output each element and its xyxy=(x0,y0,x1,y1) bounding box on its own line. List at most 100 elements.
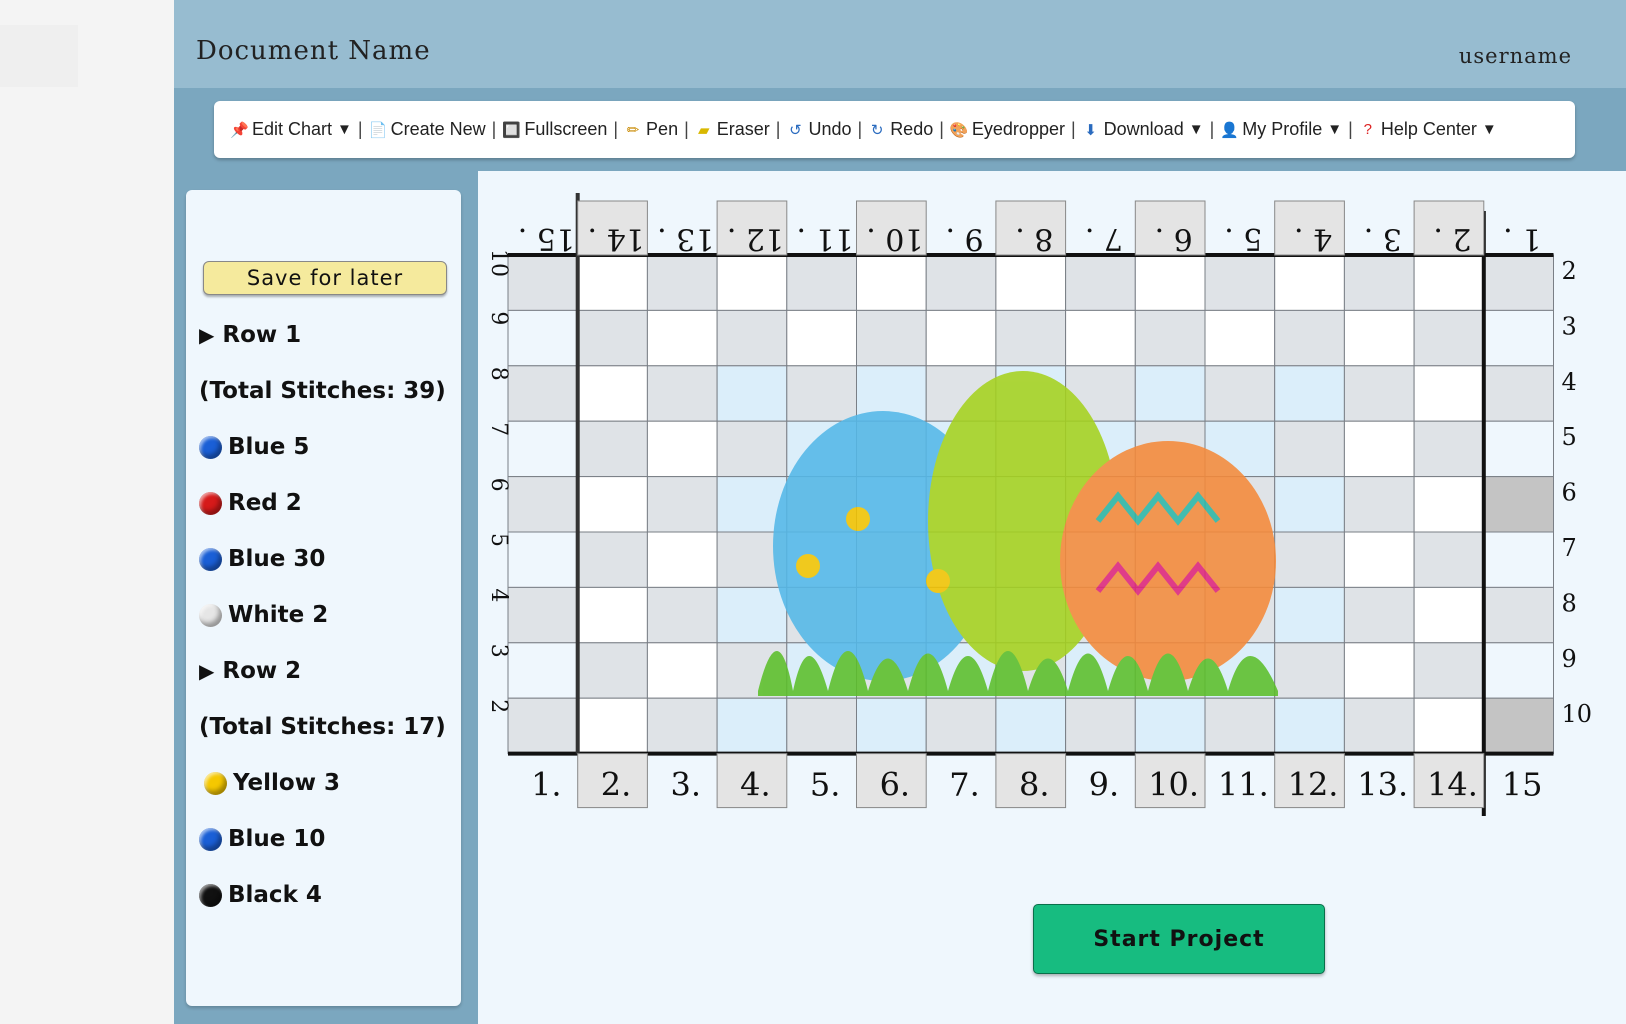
toolbar-pen-button[interactable]: ✏ Pen xyxy=(624,119,678,140)
grid-cell[interactable] xyxy=(1274,642,1345,699)
grid-cell[interactable] xyxy=(1483,586,1554,644)
toolbar-edit-chart-button[interactable]: 📌 Edit Chart ▼ xyxy=(230,119,352,140)
toolbar-download-button[interactable]: ⬇ Download ▼ xyxy=(1082,119,1203,140)
grid-cell[interactable] xyxy=(856,309,927,367)
grid-cell[interactable] xyxy=(646,309,718,367)
grid-cell[interactable] xyxy=(1065,309,1136,367)
grid-cell[interactable] xyxy=(1483,531,1554,588)
grid-cell[interactable] xyxy=(1343,309,1415,367)
grid-cell[interactable] xyxy=(925,254,997,311)
color-item[interactable]: Red 2 xyxy=(199,490,302,516)
grid-cell[interactable] xyxy=(1343,531,1415,588)
grid-cell[interactable] xyxy=(1343,420,1415,478)
grid-cell[interactable] xyxy=(577,254,648,311)
username[interactable]: username xyxy=(1459,44,1572,68)
grid-cell[interactable] xyxy=(577,365,648,422)
grid-cell[interactable] xyxy=(1204,697,1276,755)
grid-cell[interactable] xyxy=(716,697,788,755)
grid-cell[interactable] xyxy=(1483,697,1554,755)
toolbar-eyedropper-button[interactable]: 🎨 Eyedropper xyxy=(950,119,1065,140)
grid-cell[interactable] xyxy=(1483,420,1554,478)
grid-cell[interactable] xyxy=(1274,309,1345,367)
grid-cell[interactable] xyxy=(1413,642,1485,699)
grid-cell[interactable] xyxy=(786,254,857,311)
grid-cell[interactable] xyxy=(1483,365,1554,422)
grid-cell[interactable] xyxy=(1204,365,1276,422)
grid-cell[interactable] xyxy=(577,476,648,533)
grid-cell[interactable] xyxy=(995,309,1067,367)
color-item[interactable]: Blue 30 xyxy=(199,546,325,572)
grid-cell[interactable] xyxy=(507,254,579,311)
grid-cell[interactable] xyxy=(925,309,997,367)
grid-cell[interactable] xyxy=(1274,697,1345,755)
grid-cell[interactable] xyxy=(646,420,718,478)
grid-cell[interactable] xyxy=(507,697,579,755)
grid-cell[interactable] xyxy=(646,531,718,588)
start-project-button[interactable]: Start Project xyxy=(1033,904,1325,974)
grid-cell[interactable] xyxy=(786,365,857,422)
toolbar-create-new-button[interactable]: 📄 Create New xyxy=(369,119,486,140)
grid-cell[interactable] xyxy=(577,586,648,644)
grid-cell[interactable] xyxy=(1343,586,1415,644)
grid-cell[interactable] xyxy=(577,642,648,699)
grid-cell[interactable] xyxy=(1413,476,1485,533)
color-item[interactable]: Black 4 xyxy=(199,882,322,908)
grid-cell[interactable] xyxy=(1204,309,1276,367)
document-name[interactable]: Document Name xyxy=(196,36,431,66)
grid-cell[interactable] xyxy=(716,420,788,478)
grid-cell[interactable] xyxy=(1413,586,1485,644)
grid-cell[interactable] xyxy=(646,254,718,311)
grid-cell[interactable] xyxy=(1134,697,1206,755)
grid-cell[interactable] xyxy=(646,642,718,699)
grid-cell[interactable] xyxy=(995,697,1067,755)
grid-cell[interactable] xyxy=(1274,254,1345,311)
grid-cell[interactable] xyxy=(507,309,579,367)
grid-cell[interactable] xyxy=(1413,309,1485,367)
color-item[interactable]: Blue 5 xyxy=(199,434,309,460)
grid-cell[interactable] xyxy=(1483,254,1554,311)
grid-cell[interactable] xyxy=(646,697,718,755)
row-toggle[interactable]: ▶ Row 2 xyxy=(199,658,301,684)
grid-cell[interactable] xyxy=(1483,309,1554,367)
grid-cell[interactable] xyxy=(1413,254,1485,311)
grid-cell[interactable] xyxy=(507,586,579,644)
toolbar-my-profile-button[interactable]: 👤 My Profile ▼ xyxy=(1220,119,1342,140)
grid-cell[interactable] xyxy=(646,365,718,422)
grid-cell[interactable] xyxy=(1274,476,1345,533)
grid-cell[interactable] xyxy=(716,586,788,644)
grid-cell[interactable] xyxy=(1343,697,1415,755)
grid-cell[interactable] xyxy=(925,697,997,755)
grid-cell[interactable] xyxy=(1274,531,1345,588)
grid-cell[interactable] xyxy=(1065,697,1136,755)
grid-cell[interactable] xyxy=(856,697,927,755)
color-item[interactable]: Blue 10 xyxy=(199,826,325,852)
grid-cell[interactable] xyxy=(786,309,857,367)
grid-cell[interactable] xyxy=(1343,254,1415,311)
grid-cell[interactable] xyxy=(646,586,718,644)
toolbar-redo-button[interactable]: ↻ Redo xyxy=(868,119,933,140)
grid-cell[interactable] xyxy=(1413,365,1485,422)
grid-cell[interactable] xyxy=(507,531,579,588)
grid-cell[interactable] xyxy=(1065,254,1136,311)
grid-cell[interactable] xyxy=(1274,586,1345,644)
grid-cell[interactable] xyxy=(1343,642,1415,699)
grid-cell[interactable] xyxy=(577,309,648,367)
toolbar-fullscreen-button[interactable]: 🔲 Fullscreen xyxy=(502,119,607,140)
color-item[interactable]: Yellow 3 xyxy=(204,770,340,796)
grid-cell[interactable] xyxy=(1483,476,1554,533)
stitch-grid[interactable]: 15 . 14 . 13 . 12 . 11 . 10 . 9 . 8 . 7 . 6 . 5 . 4… xyxy=(478,171,1626,1024)
grid-cell[interactable] xyxy=(716,365,788,422)
grid-cell[interactable] xyxy=(1134,254,1206,311)
row-toggle[interactable]: ▶ Row 1 xyxy=(199,322,301,348)
grid-cell[interactable] xyxy=(786,697,857,755)
toolbar-help-center-button[interactable]: ? Help Center ▼ xyxy=(1359,119,1497,140)
grid-cell[interactable] xyxy=(856,254,927,311)
grid-cell[interactable] xyxy=(577,420,648,478)
grid-cell[interactable] xyxy=(1413,420,1485,478)
toolbar-eraser-button[interactable]: ▰ Eraser xyxy=(695,119,770,140)
grid-cell[interactable] xyxy=(507,420,579,478)
grid-cell[interactable] xyxy=(1413,697,1485,755)
grid-cell[interactable] xyxy=(577,697,648,755)
grid-cell[interactable] xyxy=(507,365,579,422)
grid-cell[interactable] xyxy=(1204,254,1276,311)
